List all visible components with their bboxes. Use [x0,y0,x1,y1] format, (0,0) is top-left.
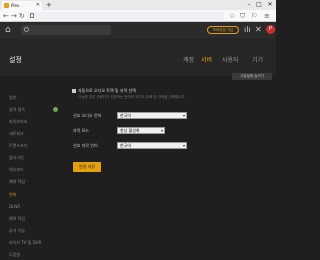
title-bar: Plex ✕ + – □ ✕ [0,0,276,10]
subtitle-mode-select[interactable]: 항상 활성화 ▾ [117,127,165,134]
sidebar-item-transcoder[interactable]: 트랜스코더 [9,143,27,149]
auto-select-checkbox[interactable] [72,89,76,93]
save-changes-button[interactable]: 변경 저장 [73,162,101,172]
chevron-down-icon: ▾ [182,113,185,118]
sidebar-item-language[interactable]: 언어 [9,192,16,198]
browser-toolbar: ← → ↻ ☆ ⛉ ⚐ ≡ [0,10,276,22]
home-icon[interactable]: ⌂ [5,25,15,35]
tab-title: Plex [11,3,20,8]
menu-hamburger-icon[interactable]: ≡ [264,12,270,20]
sidebar-item-scheduled-tasks[interactable]: 예약 작업 [9,216,25,222]
sidebar-item-library[interactable]: 라이브러리 [9,119,27,125]
tab-server[interactable]: 서버 [201,55,212,64]
sidebar-item-remote-access[interactable]: 원격 접속 [9,107,25,113]
sidebar-item-network[interactable]: 네트워크 [9,131,24,137]
avatar[interactable]: P [266,25,275,34]
close-window-button[interactable]: ✕ [265,0,275,10]
auto-select-help: 가능한 경우 사용자가 선호하는 언어의 오디오 트랙 및 자막을 선택합니다. [78,95,186,99]
sidebar-item-dashboard[interactable]: 대시보드 [9,167,24,173]
browser-window: Plex ✕ + – □ ✕ ← → ↻ ☆ ⛉ ⚐ ≡ ⌂ 프리미엄 가입 ı… [0,0,276,260]
settings-tools-icon[interactable]: ✕ [255,25,262,35]
tab-users[interactable]: 사용자 [222,55,239,64]
back-arrow-icon[interactable]: ← [3,12,9,20]
plex-favicon-icon [4,3,9,8]
sidebar-item-general[interactable]: 일반 [9,95,16,101]
premium-button[interactable]: 프리미엄 가입 [207,26,239,34]
bookmark-star-icon[interactable]: ☆ [229,12,235,20]
lock-icon [30,13,34,18]
reload-icon[interactable]: ↻ [19,12,25,20]
status-dot-icon [53,107,58,112]
subtitle-language-value: 한국어 [120,143,132,148]
tab-account[interactable]: 계정 [183,55,194,64]
forward-arrow-icon[interactable]: → [11,12,17,20]
page-title: 설정 [9,56,22,64]
subtitle-language-select[interactable]: 한국어 ▾ [117,142,187,149]
shield-icon[interactable]: ⛉ [240,12,245,20]
hide-advanced-button[interactable]: 고급설정 숨기기 [232,73,272,80]
settings-header: 설정 계정 서버 사용자 기기 [0,38,276,76]
subtitle-mode-label: 자막 모드 [73,128,89,133]
sidebar-item-extras[interactable]: 추가 기능 [9,228,25,234]
extensions-icon[interactable]: ⚐ [251,12,257,20]
chevron-down-icon: ▾ [160,128,163,133]
tab-devices[interactable]: 기기 [252,55,263,64]
subtitle-mode-value: 항상 활성화 [120,128,140,133]
tab-close-icon[interactable]: ✕ [36,1,40,10]
sidebar-item-dlna[interactable]: DLNA [9,204,20,209]
browser-tab[interactable]: Plex ✕ [2,1,42,10]
subtitle-language-label: 선호 자막 언어 [73,143,98,148]
plex-header: ⌂ 프리미엄 가입 ılı ✕ P [0,22,276,38]
search-input[interactable] [21,25,111,35]
activity-icon[interactable]: ılı [244,25,251,35]
search-icon [24,27,29,32]
sidebar-item-help[interactable]: 도움말 [9,252,20,258]
audio-language-label: 선호 오디오 언어 [73,113,102,118]
sidebar-item-live-tv[interactable]: 라이브 TV 및 DVR [9,240,41,246]
audio-language-select[interactable]: 한국어 ▾ [117,112,187,119]
new-tab-button[interactable]: + [46,0,52,10]
minimize-button[interactable]: – [244,0,254,10]
maximize-button[interactable]: □ [254,0,264,10]
auto-select-label: 자동으로 오디오 트랙 및 자막 선택 [78,88,136,93]
audio-language-value: 한국어 [120,113,132,118]
chevron-down-icon: ▾ [182,143,185,148]
address-bar[interactable] [28,12,224,20]
sidebar-item-scheduled[interactable]: 예약 작업 [9,179,25,185]
sidebar-item-plugins[interactable]: 플러그인 [9,155,24,161]
